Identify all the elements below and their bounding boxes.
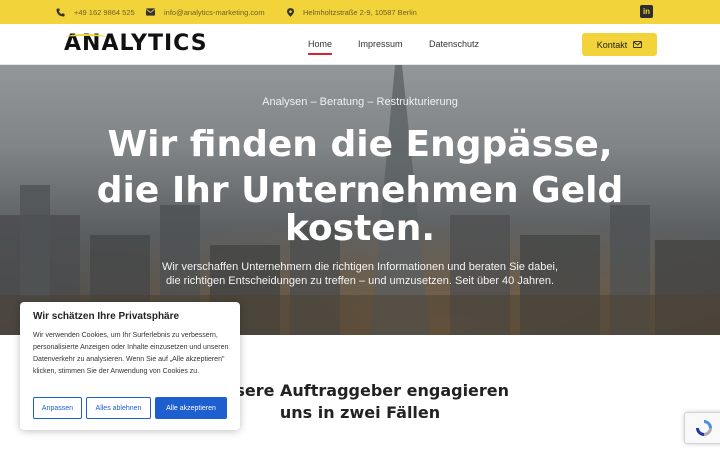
hero-headline-line-2: die Ihr Unternehmen Geld [96, 170, 624, 211]
nav-impressum[interactable]: Impressum [358, 24, 403, 64]
nav-home[interactable]: Home [308, 24, 333, 64]
cookie-reject-button[interactable]: Alles ablehnen [86, 397, 151, 419]
cookie-text: Wir verwenden Cookies, um Ihr Surferlebn… [33, 332, 229, 375]
hero-subtext-line-2: die richtigen Entscheidungen zu treffen … [165, 275, 555, 287]
recaptcha-icon [696, 420, 712, 436]
nav-impressum-label: Impressum [358, 39, 403, 49]
recaptcha-badge[interactable] [684, 412, 720, 444]
cookie-customize-button[interactable]: Anpassen [33, 397, 82, 419]
top-bar: +49 162 9864 525 info@analytics-marketin… [0, 0, 720, 24]
envelope-icon [146, 8, 155, 16]
hero-subtext-line-1: Wir verschaffen Unternehmern die richtig… [161, 261, 559, 273]
hero-headline-line-3: kosten. [284, 208, 436, 249]
linkedin-icon[interactable]: in [640, 5, 653, 18]
cookie-title: Wir schätzen Ihre Privatsphäre [33, 311, 180, 322]
kontakt-label: Kontakt [596, 39, 628, 50]
linkedin-glyph: in [642, 7, 651, 16]
cookie-consent-dialog: Wir schätzen Ihre Privatsphäre Wir verwe… [20, 302, 240, 430]
email-address: info@analytics-marketing.com [164, 7, 265, 17]
map-marker-icon [287, 7, 294, 17]
address-contact: Helmholtzstraße 2-9, 10587 Berlin [287, 0, 417, 24]
cookie-accept-button[interactable]: Alle akzeptieren [155, 397, 227, 419]
email-contact[interactable]: info@analytics-marketing.com [146, 0, 265, 24]
hero-section: Analysen – Beratung – Restrukturierung W… [0, 65, 720, 335]
nav-datenschutz-label: Datenschutz [429, 39, 480, 49]
nav-home-label: Home [308, 39, 333, 49]
address-text: Helmholtzstraße 2-9, 10587 Berlin [303, 7, 417, 17]
site-logo[interactable]: ANALYTICS [64, 31, 208, 56]
logo-swoosh [66, 34, 106, 40]
hero-eyebrow: Analysen – Beratung – Restrukturierung [262, 96, 458, 108]
envelope-icon [633, 41, 643, 48]
nav-datenschutz[interactable]: Datenschutz [429, 24, 479, 64]
phone-contact[interactable]: +49 162 9864 525 [56, 0, 135, 24]
phone-number: +49 162 9864 525 [74, 7, 135, 17]
phone-icon [56, 7, 65, 17]
hero-headline-line-1: Wir finden die Engpässe, [107, 124, 613, 165]
kontakt-button[interactable]: Kontakt [582, 33, 657, 56]
site-header: ANALYTICS Home Impressum Datenschutz Kon… [0, 24, 720, 65]
